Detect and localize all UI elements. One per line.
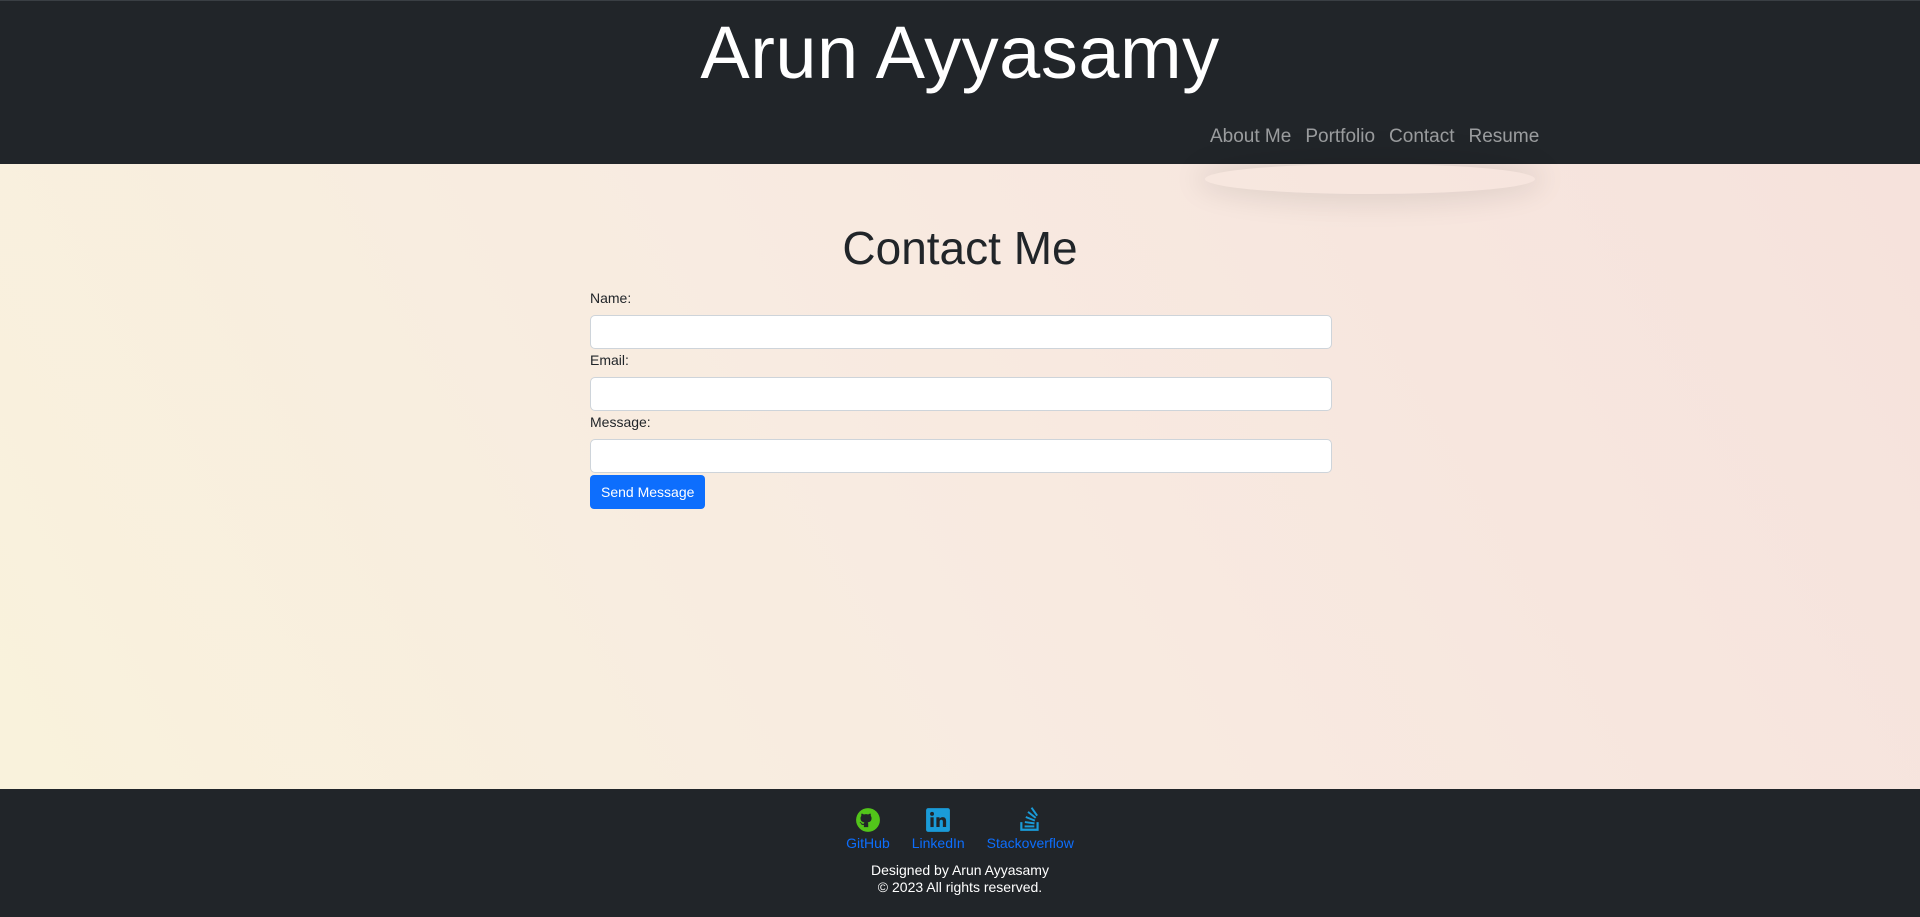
stackoverflow-label: Stackoverflow xyxy=(986,835,1074,851)
linkedin-icon xyxy=(926,808,951,832)
github-icon xyxy=(856,808,880,832)
credit-designer: Designed by Arun Ayyasamy xyxy=(871,862,1049,878)
main-nav: About Me Portfolio Contact Resume xyxy=(1210,123,1539,151)
stackoverflow-icon xyxy=(1020,807,1039,831)
linkedin-label: LinkedIn xyxy=(911,835,965,851)
site-footer: GitHub LinkedIn Stackoverflow Designed b… xyxy=(0,789,1920,917)
nav-link-portfolio[interactable]: Portfolio xyxy=(1305,123,1375,151)
name-input[interactable] xyxy=(590,315,1332,349)
nav-link-about-me[interactable]: About Me xyxy=(1210,123,1291,151)
message-label: Message: xyxy=(590,414,651,430)
social-links: GitHub LinkedIn Stackoverflow xyxy=(0,807,1920,852)
stackoverflow-link[interactable]: Stackoverflow xyxy=(987,807,1074,852)
site-title: Arun Ayyasamy xyxy=(700,11,1220,94)
contact-form: Name: Email: Message: Send Message xyxy=(590,289,1332,509)
site-header: Arun Ayyasamy About Me Portfolio Contact… xyxy=(0,0,1920,164)
contact-title: Contact Me xyxy=(842,222,1078,274)
github-link[interactable]: GitHub xyxy=(846,807,890,852)
footer-credits: Designed by Arun Ayyasamy © 2023 All rig… xyxy=(0,862,1920,896)
name-label: Name: xyxy=(590,290,632,306)
nav-link-resume[interactable]: Resume xyxy=(1469,123,1540,151)
send-message-button[interactable]: Send Message xyxy=(590,475,706,509)
nav-link-contact[interactable]: Contact xyxy=(1389,123,1454,151)
linkedin-link[interactable]: LinkedIn xyxy=(912,807,965,852)
github-label: GitHub xyxy=(846,835,890,851)
email-input[interactable] xyxy=(590,377,1332,411)
message-input[interactable] xyxy=(590,439,1332,473)
contact-section: Contact Me Name: Email: Message: Send Me… xyxy=(0,164,1920,789)
credit-copyright: © 2023 All rights reserved. xyxy=(877,879,1043,895)
email-label: Email: xyxy=(590,352,629,368)
